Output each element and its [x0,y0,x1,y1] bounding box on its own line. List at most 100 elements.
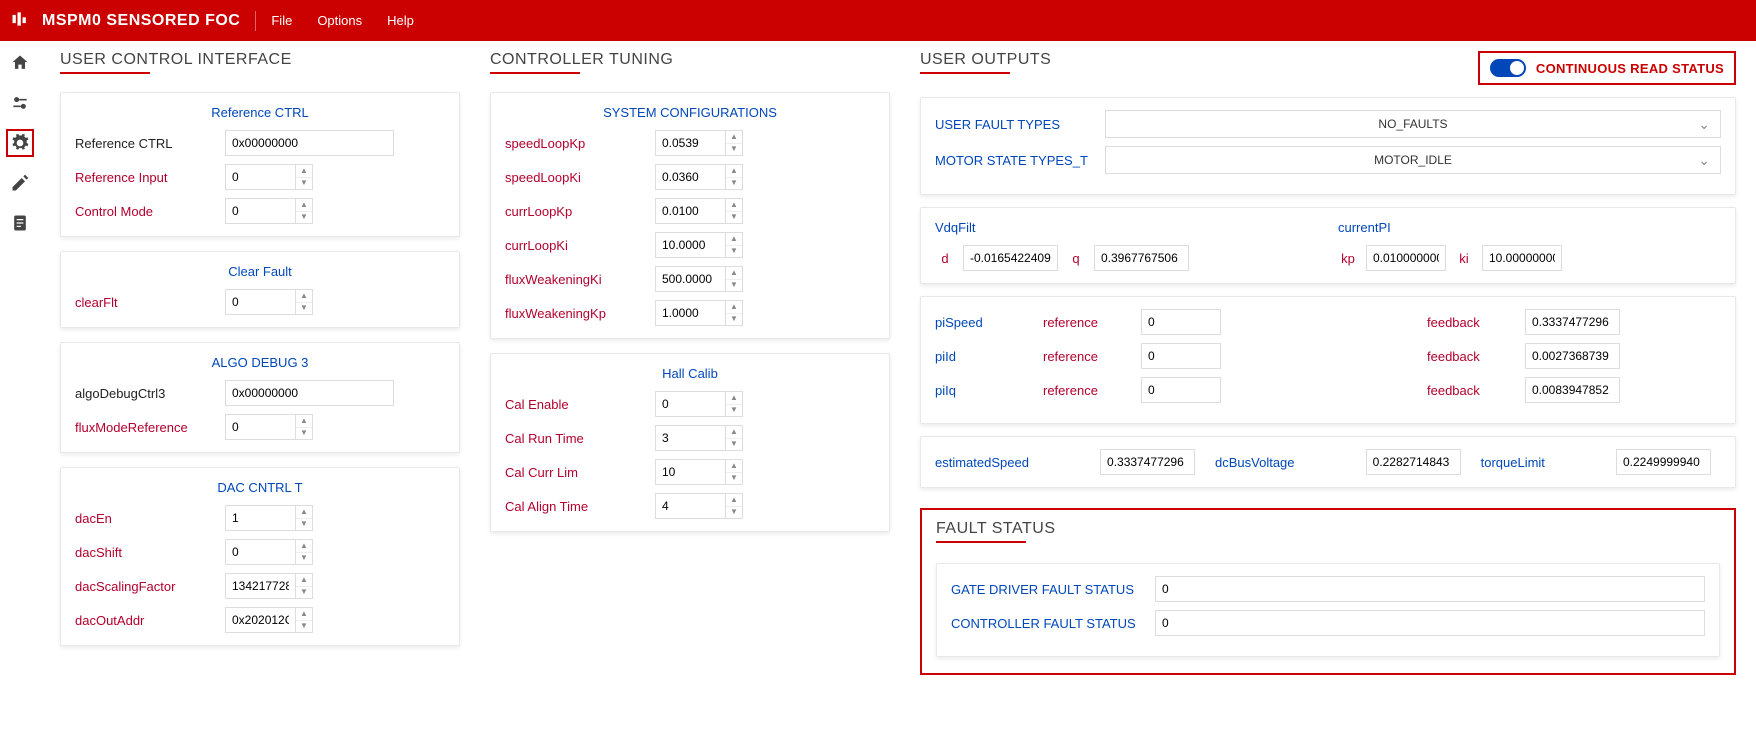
field-spinner[interactable]: ▲▼ [225,164,315,190]
pi-fb-input[interactable] [1525,309,1620,335]
kp-input[interactable] [1366,245,1446,271]
hall-calib-panel: Hall CalibCal Enable▲▼Cal Run Time▲▼Cal … [490,353,890,532]
field-spinner[interactable]: ▲▼ [655,391,745,417]
field-spinner[interactable]: ▲▼ [655,266,745,292]
user-outputs-col: USER OUTPUTS CONTINUOUS READ STATUS USER… [920,51,1736,675]
field-spinner[interactable]: ▲▼ [225,198,315,224]
spin-up-icon[interactable]: ▲ [296,290,312,303]
spin-up-icon[interactable]: ▲ [296,165,312,178]
spin-up-icon[interactable]: ▲ [296,506,312,519]
spin-up-icon[interactable]: ▲ [726,460,742,473]
spin-up-icon[interactable]: ▲ [296,199,312,212]
torque-limit-input[interactable] [1616,449,1711,475]
spin-down-icon[interactable]: ▼ [296,519,312,531]
spin-down-icon[interactable]: ▼ [296,178,312,190]
spin-down-icon[interactable]: ▼ [296,587,312,599]
spin-up-icon[interactable]: ▲ [726,233,742,246]
field-spinner[interactable]: ▲▼ [655,459,745,485]
spin-down-icon[interactable]: ▼ [726,473,742,485]
pi-fb-input[interactable] [1525,377,1620,403]
pi-ref-label: reference [1043,315,1133,330]
field-label: dacShift [75,545,215,560]
spin-up-icon[interactable]: ▲ [726,131,742,144]
field-spinner[interactable]: ▲▼ [655,493,745,519]
spin-up-icon[interactable]: ▲ [726,301,742,314]
field-spinner[interactable]: ▲▼ [225,414,315,440]
spin-up-icon[interactable]: ▲ [726,199,742,212]
sidebar-tune[interactable] [6,89,34,117]
fault-motor-panel: USER FAULT TYPES NO_FAULTS MOTOR STATE T… [920,97,1736,195]
menu-help[interactable]: Help [387,13,414,28]
spin-up-icon[interactable]: ▲ [726,165,742,178]
field-spinner[interactable]: ▲▼ [225,289,315,315]
vdq-q-input[interactable] [1094,245,1189,271]
outputs-topbar: USER OUTPUTS CONTINUOUS READ STATUS [920,51,1736,85]
spin-down-icon[interactable]: ▼ [726,178,742,190]
pi-ref-input[interactable] [1141,309,1221,335]
spin-down-icon[interactable]: ▼ [726,439,742,451]
spin-up-icon[interactable]: ▲ [726,392,742,405]
vdq-d-input[interactable] [963,245,1058,271]
spin-down-icon[interactable]: ▼ [726,280,742,292]
motor-state-select[interactable]: MOTOR_IDLE [1105,146,1721,174]
menu-options[interactable]: Options [317,13,362,28]
menu-file[interactable]: File [271,13,292,28]
continuous-read-toggle[interactable] [1490,59,1526,77]
ki-label: ki [1454,251,1474,266]
spin-down-icon[interactable]: ▼ [296,428,312,440]
spin-down-icon[interactable]: ▼ [726,212,742,224]
sidebar-doc[interactable] [6,209,34,237]
sidebar-edit[interactable] [6,169,34,197]
spin-down-icon[interactable]: ▼ [726,507,742,519]
spin-down-icon[interactable]: ▼ [296,553,312,565]
spin-down-icon[interactable]: ▼ [726,246,742,258]
field-spinner[interactable]: ▲▼ [655,300,745,326]
spin-up-icon[interactable]: ▲ [726,267,742,280]
system-config-panel: SYSTEM CONFIGURATIONSspeedLoopKp▲▼speedL… [490,92,890,339]
est-speed-input[interactable] [1100,449,1195,475]
uci-heading: USER CONTROL INTERFACE [60,51,460,74]
field-spinner[interactable]: ▲▼ [225,573,315,599]
ki-input[interactable] [1482,245,1562,271]
app-title: MSPM0 SENSORED FOC [42,12,240,30]
field-spinner[interactable]: ▲▼ [655,198,745,224]
spin-down-icon[interactable]: ▼ [726,144,742,156]
sidebar [0,41,40,730]
gate-fault-input[interactable] [1155,576,1705,602]
field-spinner[interactable]: ▲▼ [225,505,315,531]
spin-up-icon[interactable]: ▲ [296,540,312,553]
field-spinner[interactable]: ▲▼ [655,130,745,156]
sidebar-settings[interactable] [6,129,34,157]
spin-down-icon[interactable]: ▼ [296,621,312,633]
spin-up-icon[interactable]: ▲ [296,608,312,621]
user-fault-types-select[interactable]: NO_FAULTS [1105,110,1721,138]
pi-ref-input[interactable] [1141,377,1221,403]
spin-up-icon[interactable]: ▲ [296,415,312,428]
spin-down-icon[interactable]: ▼ [726,405,742,417]
field-spinner[interactable]: ▲▼ [225,607,315,633]
spin-down-icon[interactable]: ▼ [726,314,742,326]
pi-fb-label: feedback [1427,349,1517,364]
pi-ref-input[interactable] [1141,343,1221,369]
spin-up-icon[interactable]: ▲ [726,494,742,507]
field-spinner[interactable]: ▲▼ [655,232,745,258]
field-label: speedLoopKp [505,136,645,151]
spin-down-icon[interactable]: ▼ [296,212,312,224]
bus-voltage-input[interactable] [1366,449,1461,475]
field-spinner[interactable]: ▲▼ [655,425,745,451]
sidebar-home[interactable] [6,49,34,77]
field-label: Reference Input [75,170,215,185]
ctrl-fault-input[interactable] [1155,610,1705,636]
spin-down-icon[interactable]: ▼ [296,303,312,315]
pi-fb-label: feedback [1427,383,1517,398]
field-input[interactable] [225,380,394,406]
ti-logo-icon [10,9,34,33]
spin-up-icon[interactable]: ▲ [296,574,312,587]
spin-up-icon[interactable]: ▲ [726,426,742,439]
toggle-label: CONTINUOUS READ STATUS [1536,61,1724,76]
pi-fb-input[interactable] [1525,343,1620,369]
field-spinner[interactable]: ▲▼ [655,164,745,190]
field-input[interactable] [225,130,394,156]
motor-state-label: MOTOR STATE TYPES_T [935,153,1095,168]
field-spinner[interactable]: ▲▼ [225,539,315,565]
